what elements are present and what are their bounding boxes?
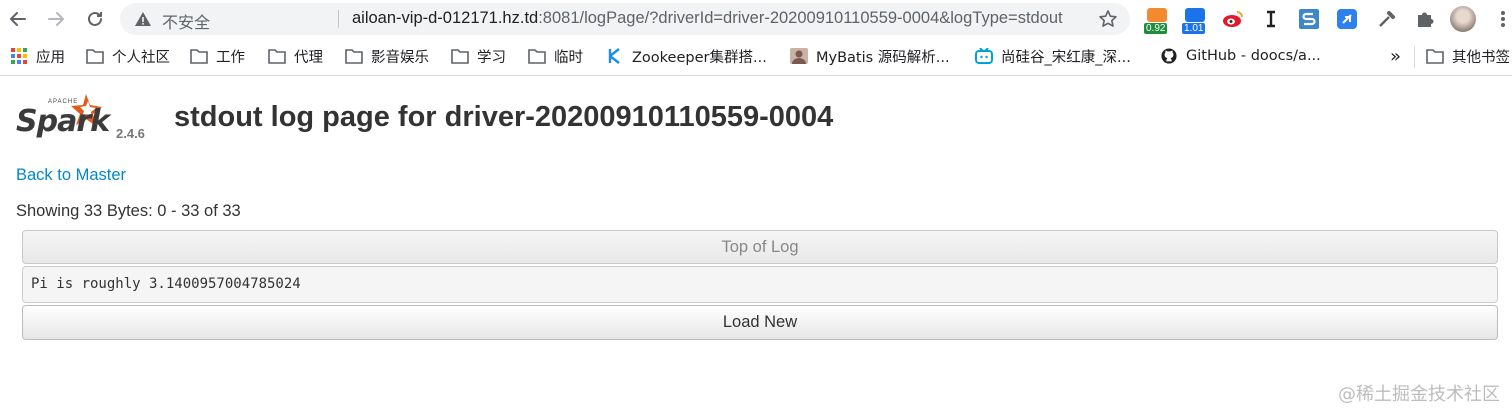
bookmark-folder-community[interactable]: 个人社区 [86, 46, 170, 66]
watermark: @稀土掘金技术社区 [1338, 384, 1500, 405]
load-new-button[interactable]: Load New [22, 305, 1498, 340]
bookmark-label: 临时 [554, 49, 583, 66]
omnibox-divider [338, 10, 339, 28]
bookmark-label: MyBatis 源码解析... [816, 49, 950, 66]
folder-icon [268, 49, 286, 64]
back-to-master-link[interactable]: Back to Master [16, 166, 126, 185]
bookmark-folder-study[interactable]: 学习 [451, 46, 506, 66]
extension-bar-icon[interactable]: 1.01 [1182, 6, 1208, 34]
weibo-icon[interactable] [1220, 6, 1246, 32]
eyedropper-icon[interactable] [1374, 6, 1400, 32]
bookmark-label: 其他书签 [1452, 49, 1510, 66]
warning-icon[interactable] [134, 10, 152, 28]
menu-dots-icon[interactable] [1490, 6, 1512, 32]
bookmark-folder-temp[interactable]: 临时 [528, 46, 583, 66]
star-bookmark-icon[interactable] [1098, 9, 1118, 29]
browser-toolbar: 不安全 ailoan-vip-d-012171.hz.td:8081/logPa… [0, 0, 1512, 38]
avatar-icon [790, 48, 808, 64]
log-content: Pi is roughly 3.1400957004785024 [22, 266, 1498, 303]
bookmarks-divider [1414, 46, 1415, 68]
github-icon [1161, 48, 1177, 64]
folder-icon [190, 49, 208, 64]
bookmark-label: 影音娱乐 [371, 49, 429, 66]
apps-grid-icon [11, 48, 27, 64]
insecure-label[interactable]: 不安全 [162, 9, 210, 33]
avatar-image [1450, 6, 1476, 32]
extension-speedtest-icon[interactable]: 0.92 [1144, 6, 1170, 34]
back-arrow-icon[interactable] [4, 5, 32, 33]
text-cursor-icon[interactable] [1258, 6, 1284, 32]
bookmark-github[interactable]: GitHub - doocs/a... [1160, 46, 1321, 66]
bytes-showing-status: Showing 33 Bytes: 0 - 33 of 33 [16, 202, 241, 220]
address-bar[interactable]: 不安全 ailoan-vip-d-012171.hz.td:8081/logPa… [120, 3, 1130, 35]
extension-orange-box [1147, 8, 1167, 22]
tv-icon [975, 48, 993, 64]
bookmarks-overflow-chevron-icon[interactable]: » [1390, 45, 1402, 67]
folder-icon [451, 49, 469, 64]
page-title: stdout log page for driver-2020091011055… [174, 101, 834, 133]
bookmark-label: Zookeeper集群搭... [632, 49, 767, 66]
bookmarks-bar: 应用 个人社区 工作 代理 影音娱乐 学习 临时 Zookeeper集群搭...… [0, 38, 1512, 76]
bookmark-folder-proxy[interactable]: 代理 [268, 46, 323, 66]
feather-extension-icon[interactable] [1334, 6, 1360, 32]
top-of-log-button[interactable]: Top of Log [22, 230, 1498, 264]
logo-spark-text: Spark [16, 104, 110, 139]
url-host: ailoan-vip-d-012171.hz.td [352, 9, 539, 27]
extension-badge-1: 0.92 [1144, 23, 1168, 34]
url-path: :8081/logPage/?driverId=driver-202009101… [538, 9, 1063, 27]
s-extension-icon[interactable] [1296, 6, 1322, 32]
bookmark-label: 学习 [477, 49, 506, 66]
bookmark-label: 代理 [294, 49, 323, 66]
extension-blue-box [1185, 8, 1205, 22]
bookmark-icon [608, 48, 620, 64]
bookmark-apps-label: 应用 [36, 49, 65, 66]
profile-avatar-icon[interactable] [1450, 6, 1476, 32]
bookmark-label: 个人社区 [112, 49, 170, 66]
bookmark-atguigu[interactable]: 尚硅谷_宋红康_深... [975, 46, 1131, 66]
extension-badge-2: 1.01 [1182, 23, 1206, 34]
bookmark-label: 工作 [216, 49, 245, 66]
bookmark-folder-other[interactable]: 其他书签 [1426, 46, 1510, 66]
folder-icon [86, 49, 104, 64]
bookmark-mybatis[interactable]: MyBatis 源码解析... [790, 46, 950, 66]
bookmark-label: 尚硅谷_宋红康_深... [1001, 49, 1131, 66]
bookmark-folder-media[interactable]: 影音娱乐 [345, 46, 429, 66]
bookmark-apps[interactable]: 应用 [10, 46, 65, 66]
spark-version: 2.4.6 [116, 126, 145, 141]
reload-icon[interactable] [81, 5, 109, 33]
folder-icon [345, 49, 363, 64]
bookmark-zookeeper[interactable]: Zookeeper集群搭... [606, 46, 767, 66]
url-text[interactable]: ailoan-vip-d-012171.hz.td:8081/logPage/?… [352, 9, 1063, 28]
forward-arrow-icon[interactable] [42, 5, 70, 33]
folder-icon [1426, 49, 1444, 64]
bookmark-folder-work[interactable]: 工作 [190, 46, 245, 66]
folder-icon [528, 49, 546, 64]
bookmark-label: GitHub - doocs/a... [1186, 48, 1321, 64]
puzzle-extensions-icon[interactable] [1412, 6, 1438, 32]
bookmarks-overflow-label: » [1390, 45, 1402, 67]
